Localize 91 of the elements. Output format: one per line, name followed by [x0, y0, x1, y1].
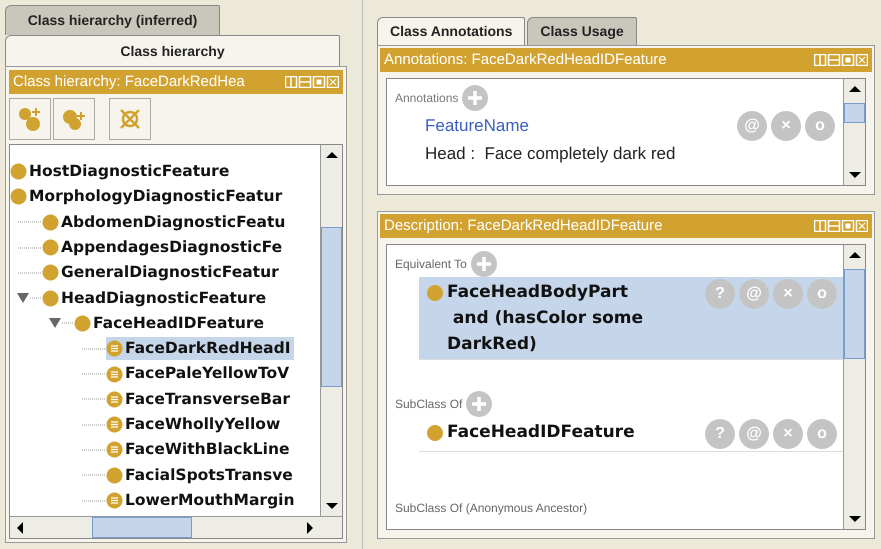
defined-class-icon — [106, 441, 123, 458]
scroll-thumb[interactable] — [844, 269, 865, 359]
class-icon — [42, 264, 59, 282]
class-name: MorphologyDiagnosticFeatur — [29, 186, 282, 208]
class-expression-line: and (hasColor some — [452, 307, 644, 330]
defined-class-icon — [106, 416, 123, 434]
add-icon[interactable] — [466, 391, 492, 417]
class-name: HeadDiagnosticFeature — [61, 288, 266, 308]
defined-class-icon — [106, 340, 123, 358]
vertical-scrollbar[interactable] — [843, 245, 865, 529]
class-name: FaceWithBlackLine — [125, 439, 290, 460]
class-icon — [42, 290, 59, 307]
toolbar-button[interactable] — [53, 98, 95, 140]
tree-item[interactable]: HostDiagnosticFeature — [10, 160, 234, 184]
class-expression-line: FaceHeadIDFeature — [447, 421, 635, 444]
expanded-triangle-icon[interactable] — [48, 317, 74, 330]
tree-item[interactable]: HeadDiagnosticFeature — [42, 286, 270, 310]
defined-class-icon — [106, 492, 123, 509]
scroll-thumb[interactable] — [321, 227, 342, 387]
class-icon — [74, 314, 91, 332]
window-controls-icon[interactable] — [285, 76, 339, 88]
annotation-value: Head : Face completely dark red — [425, 143, 676, 165]
class-name: LowerMouthMargin — [125, 490, 295, 511]
class-icon — [427, 425, 443, 441]
tree-item[interactable]: MorphologyDiagnosticFeatur — [10, 185, 286, 209]
class-name: FacePaleYellowToV — [125, 363, 290, 384]
tree-connector — [80, 498, 106, 502]
tree-item[interactable]: FaceHeadIDFeature — [74, 312, 268, 336]
class-name: AppendagesDiagnosticFe — [61, 236, 282, 258]
section-label: SubClass Of — [395, 396, 462, 413]
tree-connector — [80, 397, 106, 402]
tree-item[interactable]: AbdomenDiagnosticFeatu — [42, 210, 290, 234]
class-icon — [427, 285, 443, 301]
add-subclass-icon — [17, 106, 43, 132]
annotation-property[interactable]: FeatureName — [425, 113, 529, 139]
tree-connector — [80, 346, 106, 351]
tree-connector — [80, 422, 106, 427]
scroll-thumb[interactable] — [92, 517, 192, 538]
panel-title: Description: FaceDarkRedHeadIDFeature — [384, 216, 662, 236]
scroll-thumb[interactable] — [844, 103, 865, 123]
tree-item[interactable]: AppendagesDiagnosticFe — [42, 236, 286, 260]
class-icon — [10, 188, 27, 206]
tree-item[interactable]: FacePaleYellowToV — [106, 362, 294, 386]
tree-connector — [16, 246, 42, 250]
horizontal-scrollbar[interactable] — [10, 516, 342, 538]
class-name: FaceTransverseBar — [125, 388, 290, 410]
tab[interactable]: Class Annotations — [377, 17, 526, 45]
class-expression-line: DarkRed) — [447, 333, 538, 356]
tree-item[interactable]: GeneralDiagnosticFeatur — [42, 261, 283, 284]
tree-item[interactable]: FaceWhollyYellow — [106, 412, 284, 436]
tree-connector — [80, 448, 106, 452]
tree-connector — [16, 270, 42, 275]
class-name: FacialSpotsTransve — [125, 464, 293, 486]
window-controls-icon[interactable] — [814, 220, 868, 232]
defined-class-icon — [106, 390, 123, 408]
class-icon — [106, 466, 123, 484]
tree-item[interactable]: FaceWithBlackLine — [106, 438, 294, 462]
tab[interactable]: Class hierarchy — [5, 35, 340, 66]
class-expression-line: FaceHeadBodyPart — [447, 281, 629, 304]
tree-item[interactable]: LowerMouthMargin — [106, 488, 299, 512]
class-icon — [42, 239, 59, 256]
panel-title: Annotations: FaceDarkRedHeadIDFeature — [384, 50, 667, 70]
tree-item[interactable]: FaceDarkRedHeadI — [106, 337, 294, 360]
class-icon — [42, 214, 59, 231]
panel-title: Class hierarchy: FaceDarkRedHea — [13, 72, 245, 92]
toolbar-button[interactable] — [9, 98, 51, 140]
expanded-triangle-icon[interactable] — [16, 292, 42, 304]
defined-class-icon — [106, 366, 123, 383]
tree-connector — [16, 220, 42, 224]
tree-connector — [80, 473, 106, 478]
tree-connector — [80, 372, 106, 376]
section-label: Equivalent To — [395, 256, 467, 273]
class-name: FaceHeadIDFeature — [93, 312, 264, 334]
add-icon[interactable] — [470, 251, 497, 277]
class-name: GeneralDiagnosticFeatur — [61, 262, 279, 284]
tab[interactable]: Class hierarchy (inferred) — [5, 5, 220, 35]
tree-item[interactable]: FacialSpotsTransve — [106, 464, 297, 487]
class-name: FaceWhollyYellow — [125, 414, 280, 435]
tab[interactable]: Class Usage — [527, 17, 637, 45]
class-name: HostDiagnosticFeature — [29, 161, 230, 182]
add-icon[interactable] — [462, 85, 488, 111]
window-controls-icon[interactable] — [814, 54, 868, 66]
toolbar-button[interactable] — [109, 98, 151, 140]
tree-item[interactable]: FaceTransverseBar — [106, 388, 294, 411]
section-label: Annotations — [395, 90, 458, 107]
class-icon — [10, 163, 27, 180]
class-name: AbdomenDiagnosticFeatu — [61, 212, 286, 233]
section-label: SubClass Of (Anonymous Ancestor) — [395, 500, 588, 517]
vertical-scrollbar[interactable] — [843, 79, 865, 185]
vertical-scrollbar[interactable] — [320, 145, 342, 516]
class-name: FaceDarkRedHeadI — [125, 338, 290, 360]
